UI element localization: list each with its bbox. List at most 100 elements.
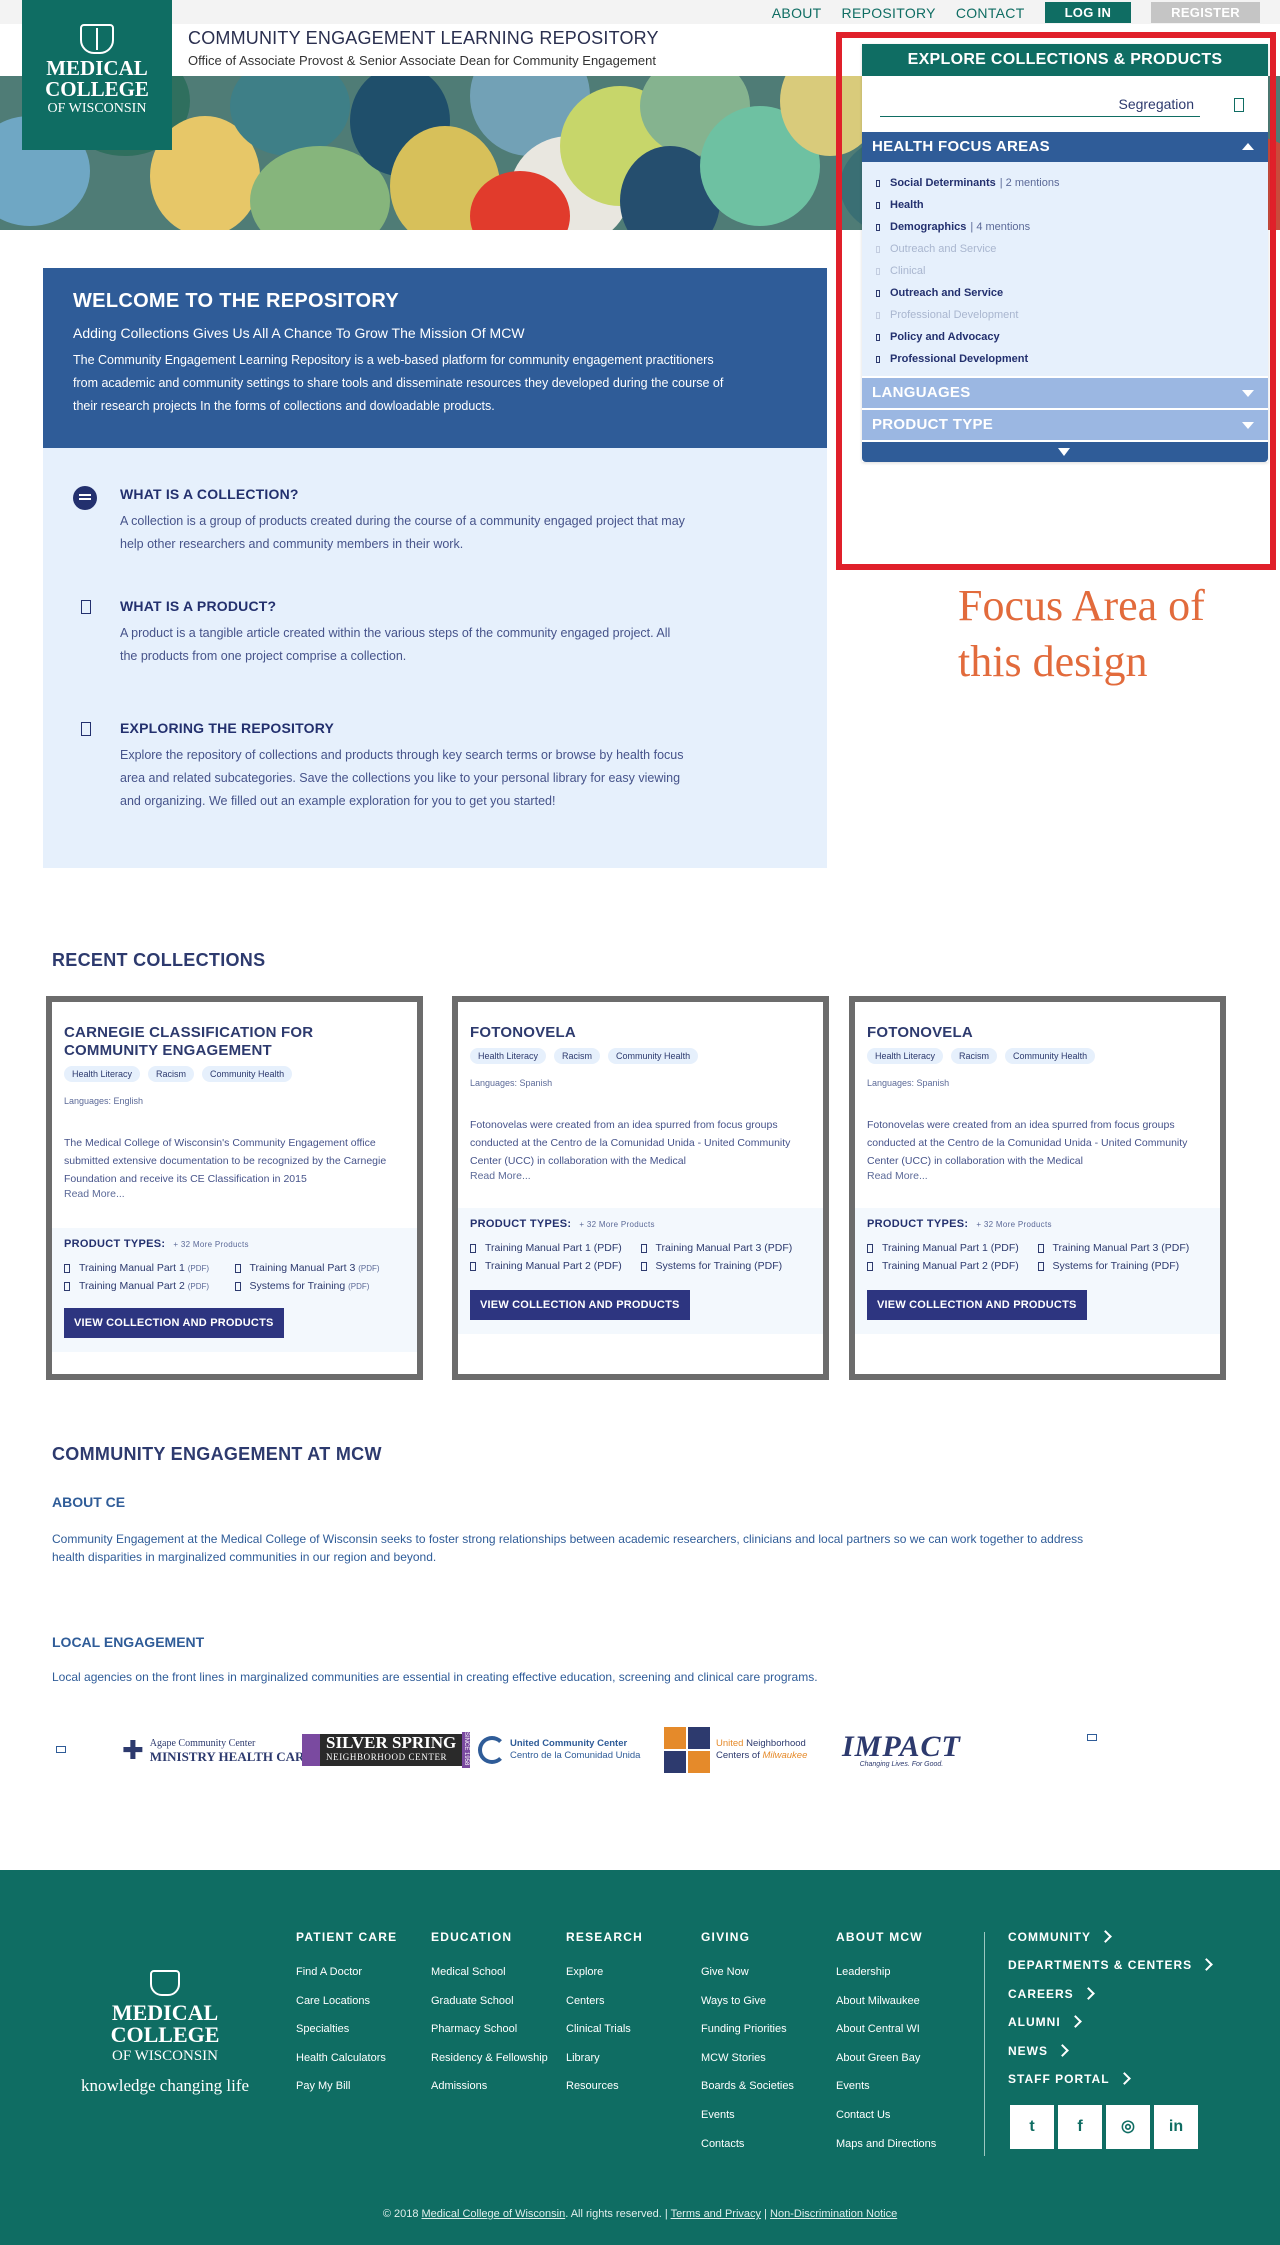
footer-link[interactable]: Pay My Bill — [296, 2080, 397, 2109]
focus-item[interactable]: Professional Development — [876, 304, 1256, 326]
tag-pill[interactable]: Health Literacy — [470, 1048, 547, 1064]
footer-link[interactable]: Boards & Societies — [701, 2080, 794, 2109]
focus-item[interactable]: Outreach and Service — [876, 282, 1256, 304]
footer-logo[interactable]: MEDICAL COLLEGE OF WISCONSIN knowledge c… — [60, 1970, 270, 2096]
footer-link[interactable]: Events — [836, 2080, 936, 2109]
footer-link[interactable]: Contacts — [701, 2138, 794, 2167]
view-collection-button[interactable]: VIEW COLLECTION AND PRODUCTS — [64, 1308, 284, 1338]
tag-pill[interactable]: Racism — [148, 1066, 195, 1082]
footer-quick-link[interactable]: DEPARTMENTS & CENTERS — [1008, 1958, 1211, 1986]
product-link[interactable]: Training Manual Part 1 (PDF) — [64, 1262, 235, 1274]
product-link[interactable]: Training Manual Part 1 (PDF) — [470, 1242, 641, 1254]
linkedin-icon[interactable]: in — [1154, 2105, 1198, 2149]
product-type-header[interactable]: PRODUCT TYPE — [862, 410, 1268, 440]
register-button[interactable]: REGISTER — [1151, 2, 1260, 23]
mcw-link[interactable]: Medical College of Wisconsin — [422, 2208, 566, 2220]
footer-link[interactable]: Centers — [566, 1995, 643, 2024]
product-link[interactable]: Systems for Training (PDF) — [641, 1260, 812, 1272]
footer-link[interactable]: Resources — [566, 2080, 643, 2109]
focus-item[interactable]: Demographics | 4 mentions — [876, 216, 1256, 238]
instagram-icon[interactable]: ◎ — [1106, 2105, 1150, 2149]
more-products-link[interactable]: + 32 More Products — [173, 1240, 248, 1249]
search-input[interactable] — [880, 92, 1200, 117]
card-title[interactable]: CARNEGIE CLASSIFICATION FOR COMMUNITY EN… — [64, 1024, 405, 1060]
view-collection-button[interactable]: VIEW COLLECTION AND PRODUCTS — [470, 1290, 690, 1320]
login-button[interactable]: LOG IN — [1044, 2, 1132, 23]
focus-item[interactable]: Outreach and Service — [876, 238, 1256, 260]
search-icon[interactable] — [1234, 98, 1244, 112]
tag-pill[interactable]: Racism — [554, 1048, 601, 1064]
non-discrimination-link[interactable]: Non-Discrimination Notice — [770, 2208, 897, 2220]
health-focus-areas-header[interactable]: HEALTH FOCUS AREAS — [862, 132, 1268, 162]
footer-quick-link[interactable]: NEWS — [1008, 2044, 1211, 2072]
carousel-next-icon[interactable] — [1087, 1734, 1097, 1741]
footer-link[interactable]: Give Now — [701, 1966, 794, 1995]
footer-link[interactable]: Health Calculators — [296, 2052, 397, 2081]
product-link[interactable]: Training Manual Part 1 (PDF) — [867, 1242, 1038, 1254]
partner-logo-united-neighborhood[interactable]: United Neighborhood Centers of Milwaukee — [664, 1720, 807, 1780]
footer-link[interactable]: Events — [701, 2109, 794, 2138]
focus-item[interactable]: Health — [876, 194, 1256, 216]
footer-link[interactable]: Care Locations — [296, 1995, 397, 2024]
footer-quick-link[interactable]: CAREERS — [1008, 1987, 1211, 2015]
product-link[interactable]: Training Manual Part 3 (PDF) — [1038, 1242, 1209, 1254]
footer-quick-link[interactable]: COMMUNITY — [1008, 1930, 1211, 1958]
nav-repository-link[interactable]: REPOSITORY — [842, 5, 936, 21]
footer-link[interactable]: Medical School — [431, 1966, 548, 1995]
footer-quick-link[interactable]: STAFF PORTAL — [1008, 2072, 1211, 2100]
product-link[interactable]: Systems for Training (PDF) — [1038, 1260, 1209, 1272]
read-more-link[interactable]: Read More... — [867, 1170, 1208, 1182]
partner-logo-impact[interactable]: IMPACT Changing Lives. For Good. — [842, 1720, 961, 1780]
footer-link[interactable]: Funding Priorities — [701, 2023, 794, 2052]
tag-pill[interactable]: Racism — [951, 1048, 998, 1064]
more-products-link[interactable]: + 32 More Products — [976, 1220, 1051, 1229]
expand-panel-button[interactable] — [862, 442, 1268, 462]
product-link[interactable]: Training Manual Part 2 (PDF) — [867, 1260, 1038, 1272]
footer-link[interactable]: Contact Us — [836, 2109, 936, 2138]
tag-pill[interactable]: Health Literacy — [64, 1066, 141, 1082]
focus-item[interactable]: Social Determinants | 2 mentions — [876, 172, 1256, 194]
more-products-link[interactable]: + 32 More Products — [579, 1220, 654, 1229]
mcw-logo[interactable]: MEDICAL COLLEGE OF WISCONSIN — [22, 0, 172, 150]
footer-link[interactable]: Explore — [566, 1966, 643, 1995]
partner-logo-ucc[interactable]: United Community Center Centro de la Com… — [478, 1720, 640, 1780]
footer-link[interactable]: Maps and Directions — [836, 2138, 936, 2167]
footer-link[interactable]: Find A Doctor — [296, 1966, 397, 1995]
terms-link[interactable]: Terms and Privacy — [671, 2208, 761, 2220]
card-title[interactable]: FOTONOVELA — [470, 1024, 811, 1042]
footer-link[interactable]: Specialties — [296, 2023, 397, 2052]
read-more-link[interactable]: Read More... — [64, 1188, 405, 1200]
view-collection-button[interactable]: VIEW COLLECTION AND PRODUCTS — [867, 1290, 1087, 1320]
focus-item[interactable]: Policy and Advocacy — [876, 326, 1256, 348]
product-link[interactable]: Training Manual Part 2 (PDF) — [470, 1260, 641, 1272]
card-title[interactable]: FOTONOVELA — [867, 1024, 1208, 1042]
tag-pill[interactable]: Community Health — [608, 1048, 699, 1064]
languages-header[interactable]: LANGUAGES — [862, 378, 1268, 408]
focus-item[interactable]: Professional Development — [876, 348, 1256, 370]
product-link[interactable]: Training Manual Part 3 (PDF) — [641, 1242, 812, 1254]
nav-contact-link[interactable]: CONTACT — [956, 5, 1025, 21]
tag-pill[interactable]: Community Health — [202, 1066, 293, 1082]
footer-link[interactable]: About Green Bay — [836, 2052, 936, 2081]
tag-pill[interactable]: Health Literacy — [867, 1048, 944, 1064]
footer-link[interactable]: MCW Stories — [701, 2052, 794, 2081]
twitter-icon[interactable]: t — [1010, 2105, 1054, 2149]
footer-link[interactable]: About Milwaukee — [836, 1995, 936, 2024]
nav-about-link[interactable]: ABOUT — [772, 5, 822, 21]
footer-link[interactable]: Library — [566, 2052, 643, 2081]
footer-link[interactable]: Graduate School — [431, 1995, 548, 2024]
footer-link[interactable]: Admissions — [431, 2080, 548, 2109]
footer-quick-link[interactable]: ALUMNI — [1008, 2015, 1211, 2043]
carousel-prev-icon[interactable] — [56, 1746, 66, 1753]
tag-pill[interactable]: Community Health — [1005, 1048, 1096, 1064]
product-link[interactable]: Training Manual Part 2 (PDF) — [64, 1280, 235, 1292]
footer-link[interactable]: Residency & Fellowship — [431, 2052, 548, 2081]
footer-link[interactable]: Ways to Give — [701, 1995, 794, 2024]
footer-link[interactable]: About Central WI — [836, 2023, 936, 2052]
footer-link[interactable]: Pharmacy School — [431, 2023, 548, 2052]
footer-link[interactable]: Clinical Trials — [566, 2023, 643, 2052]
partner-logo-silver-spring[interactable]: SILVER SPRING NEIGHBORHOOD CENTER SINCE … — [302, 1720, 471, 1780]
product-link[interactable]: Training Manual Part 3 (PDF) — [235, 1262, 406, 1274]
focus-item[interactable]: Clinical — [876, 260, 1256, 282]
read-more-link[interactable]: Read More... — [470, 1170, 811, 1182]
